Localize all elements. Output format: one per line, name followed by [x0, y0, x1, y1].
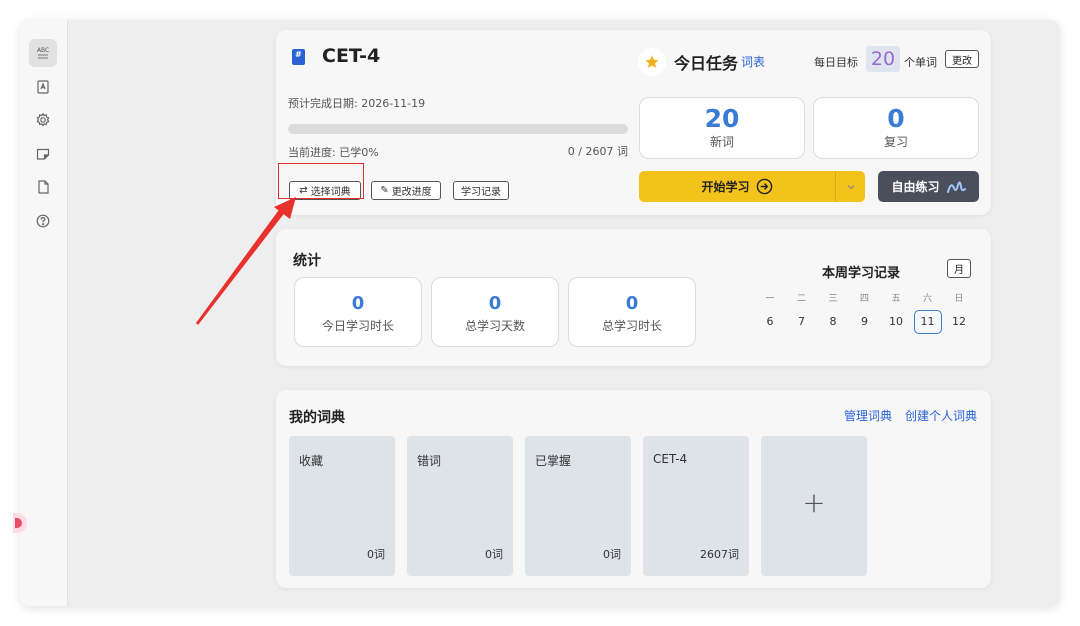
new-words-box: 20 新词: [639, 97, 805, 159]
create-dictionary-link[interactable]: 创建个人词典: [905, 407, 977, 424]
calendar-day[interactable]: 7: [792, 315, 812, 328]
sidebar: ABC: [20, 20, 68, 606]
start-learning-main[interactable]: 开始学习: [639, 171, 835, 202]
weekday-label: 五: [891, 294, 901, 304]
dict-tile-cet4[interactable]: CET-4 2607词: [643, 436, 749, 576]
review-box: 0 复习: [813, 97, 979, 159]
month-view-button[interactable]: 月: [947, 259, 971, 278]
free-practice-button[interactable]: 自由练习: [878, 171, 979, 202]
calendar-day-today[interactable]: 11: [913, 310, 942, 334]
new-words-label: 新词: [709, 135, 734, 149]
dict-tile-favorites[interactable]: 收藏 0词: [289, 436, 395, 576]
calendar-day[interactable]: 10: [886, 315, 906, 328]
add-dictionary-tile[interactable]: +: [761, 436, 867, 576]
weekday-label: 一: [765, 294, 775, 304]
stat-total-duration: 0 总学习时长: [568, 277, 696, 347]
daily-goal-unit: 个单词: [904, 56, 937, 69]
weekday-label: 二: [796, 294, 806, 304]
calendar-day[interactable]: 12: [949, 315, 969, 328]
dictionary-icon[interactable]: [29, 73, 57, 101]
daily-goal-label: 每日目标: [814, 56, 858, 69]
stats-title: 统计: [293, 253, 321, 269]
change-progress-button[interactable]: ✎ 更改进度: [371, 181, 441, 200]
progress-label: 当前进度: 已学0%: [288, 146, 379, 159]
today-task-title: 今日任务: [674, 54, 739, 73]
progress-bar: [288, 124, 628, 134]
edit-icon: ✎: [380, 185, 389, 196]
svg-text:ABC: ABC: [37, 47, 49, 54]
my-dictionaries-title: 我的词典: [289, 410, 345, 426]
document-icon[interactable]: [29, 173, 57, 201]
review-label: 复习: [883, 135, 908, 149]
dictionary-card: CET-4 预计完成日期: 2026-11-19 当前进度: 已学0% 0 / …: [276, 30, 991, 215]
dictionary-title: CET-4: [322, 45, 381, 67]
chevron-down-icon[interactable]: [835, 171, 865, 202]
start-learning-button[interactable]: 开始学习: [639, 171, 865, 202]
change-goal-button[interactable]: 更改: [945, 50, 979, 68]
stats-card: 统计 0 今日学习时长 0 总学习天数 0 总学习时长 本周学习记录 月 一 二 三…: [276, 229, 991, 366]
arrow-circle-icon: [756, 178, 772, 195]
wordlist-link[interactable]: 词表: [741, 53, 765, 70]
due-date: 预计完成日期: 2026-11-19: [288, 97, 426, 110]
manage-dictionaries-link[interactable]: 管理词典: [844, 407, 892, 424]
stat-today-duration: 0 今日学习时长: [294, 277, 422, 347]
notes-icon[interactable]: [29, 140, 57, 168]
dict-tile-mastered[interactable]: 已掌握 0词: [525, 436, 631, 576]
weekday-label: 三: [828, 294, 838, 304]
calendar-day[interactable]: 6: [760, 315, 780, 328]
scribble-icon: [946, 180, 966, 193]
week-record-title: 本周学习记录: [822, 266, 901, 281]
weekday-label: 六: [922, 294, 932, 304]
stat-total-days: 0 总学习天数: [431, 277, 559, 347]
help-icon[interactable]: [29, 207, 57, 235]
weekday-label: 日: [954, 294, 964, 304]
my-dictionaries-card: 我的词典 管理词典 创建个人词典 收藏 0词 错词 0词 已掌握 0词 CET-…: [276, 390, 991, 588]
star-icon: [638, 48, 666, 76]
calendar-day[interactable]: 8: [823, 315, 843, 328]
annotation-highlight-box: [278, 163, 364, 199]
calendar-day[interactable]: 9: [855, 315, 875, 328]
new-words-count: 20: [704, 104, 740, 133]
daily-goal-value: 20: [866, 46, 900, 72]
weekday-label: 四: [859, 294, 869, 304]
settings-icon[interactable]: [29, 106, 57, 134]
abc-icon[interactable]: ABC: [29, 39, 57, 67]
plus-icon: +: [802, 486, 826, 519]
progress-count: 0 / 2607 词: [567, 145, 628, 158]
review-count: 0: [887, 104, 905, 133]
app-window: ABC CET-4 预计完成日期: 2026-11-19 当前进度: 已学0% …: [20, 20, 1060, 606]
dict-tile-mistakes[interactable]: 错词 0词: [407, 436, 513, 576]
book-icon: [292, 49, 305, 65]
study-history-button[interactable]: 学习记录: [453, 181, 509, 200]
